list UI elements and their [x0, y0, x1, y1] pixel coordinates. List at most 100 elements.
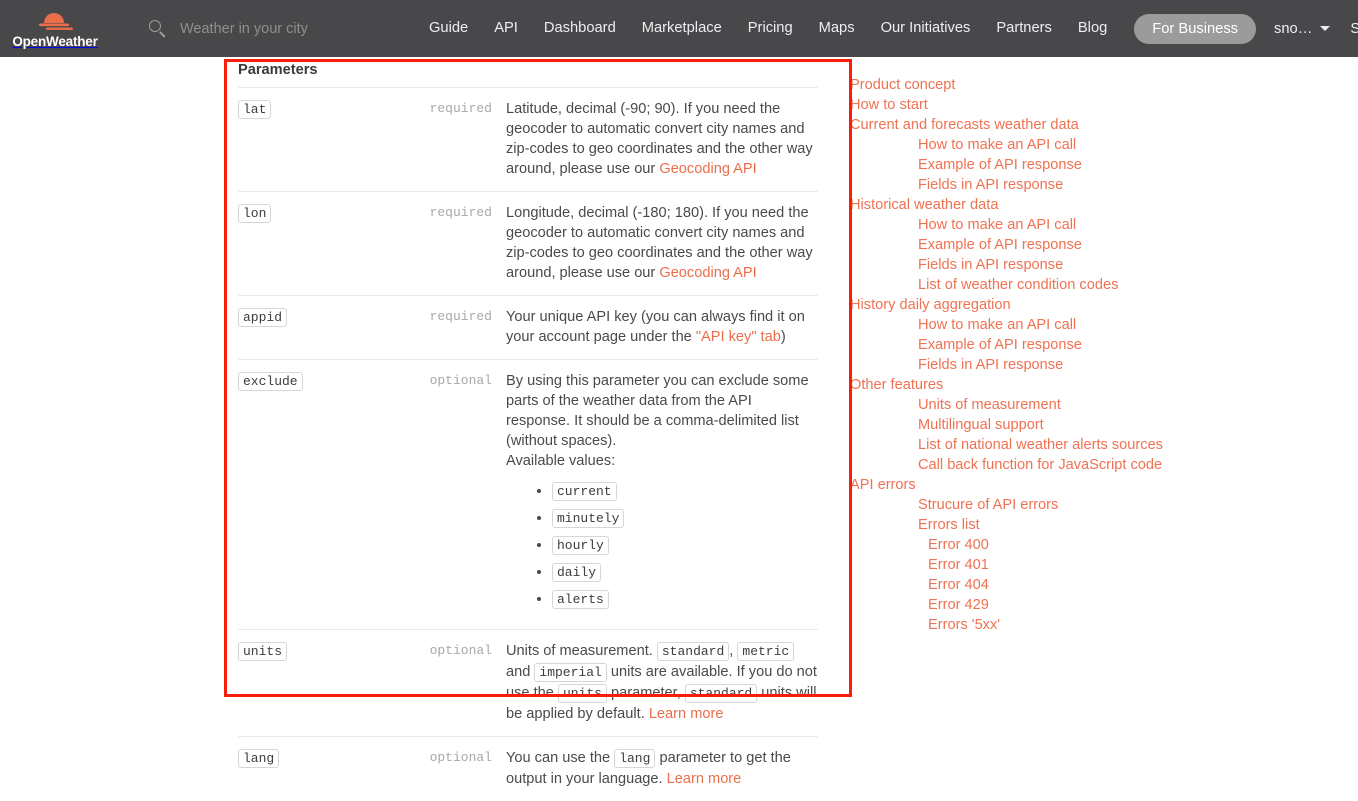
- support-menu-label: Support: [1350, 20, 1358, 37]
- toc-item-error-400[interactable]: Error 400: [850, 535, 1180, 555]
- parameters-section: Parameters lat required Latitude, decima…: [238, 62, 818, 801]
- value-code-imperial: imperial: [534, 663, 607, 682]
- toc-item-product-concept[interactable]: Product concept: [850, 75, 1180, 95]
- geocoding-api-link[interactable]: Geocoding API: [659, 161, 756, 177]
- logo-link[interactable]: OpenWeather: [0, 0, 110, 57]
- value-code-alerts: alerts: [552, 590, 609, 609]
- toc-item-error-401[interactable]: Error 401: [850, 555, 1180, 575]
- toc-item-how-to-start[interactable]: How to start: [850, 95, 1180, 115]
- value-code-standard-default: standard: [684, 684, 758, 703]
- learn-more-link[interactable]: Learn more: [649, 706, 724, 722]
- param-name-code: appid: [238, 308, 288, 327]
- toc-item-multilingual-support[interactable]: Multilingual support: [850, 415, 1180, 435]
- value-code-units: units: [557, 684, 607, 703]
- param-name-code: exclude: [238, 372, 303, 391]
- param-name-code: lang: [238, 749, 280, 768]
- list-item: daily: [552, 563, 818, 582]
- param-description-seg: parameter,: [606, 685, 685, 701]
- toc-item-structure-of-api-errors[interactable]: Strucure of API errors: [850, 495, 1180, 515]
- param-name-code: units: [238, 642, 288, 661]
- toc-item-weather-condition-codes[interactable]: List of weather condition codes: [850, 275, 1180, 295]
- toc-item-how-to-make-api-call-hist[interactable]: How to make an API call: [850, 215, 1180, 235]
- param-description: Longitude, decimal (-180; 180). If you n…: [506, 203, 818, 283]
- param-requirement: optional: [429, 643, 492, 658]
- account-menu-label: sno…: [1274, 20, 1313, 37]
- param-requirement: optional: [429, 750, 492, 765]
- nav-item-guide[interactable]: Guide: [416, 0, 481, 57]
- list-item: hourly: [552, 536, 818, 555]
- toc-item-how-to-make-api-call-agg[interactable]: How to make an API call: [850, 315, 1180, 335]
- table-row: appid required Your unique API key (you …: [238, 295, 818, 359]
- nav-item-marketplace[interactable]: Marketplace: [629, 0, 735, 57]
- toc-item-error-429[interactable]: Error 429: [850, 595, 1180, 615]
- param-name-code: lat: [238, 100, 272, 119]
- value-code-standard: standard: [656, 642, 730, 661]
- param-requirement: optional: [429, 373, 492, 388]
- param-name-cell: appid: [238, 307, 358, 327]
- logo-text: OpenWeather: [12, 34, 98, 49]
- toc-item-fields-api-response-hist[interactable]: Fields in API response: [850, 255, 1180, 275]
- toc-item-history-daily-aggregation[interactable]: History daily aggregation: [850, 295, 1180, 315]
- nav-item-blog[interactable]: Blog: [1065, 0, 1120, 57]
- toc-item-api-errors[interactable]: API errors: [850, 475, 1180, 495]
- api-key-tab-link[interactable]: "API key" tab: [696, 329, 781, 345]
- nav-item-dashboard[interactable]: Dashboard: [531, 0, 629, 57]
- account-menu[interactable]: sno…: [1274, 20, 1331, 37]
- toc-item-errors-5xx[interactable]: Errors '5xx': [850, 615, 1180, 635]
- toc-item-how-to-make-api-call-cf[interactable]: How to make an API call: [850, 135, 1180, 155]
- list-item: current: [552, 482, 818, 501]
- available-values-label: Available values:: [506, 453, 616, 469]
- param-description-tail: ): [780, 329, 786, 345]
- toc-item-units-of-measurement[interactable]: Units of measurement: [850, 395, 1180, 415]
- toc-item-example-api-response-cf[interactable]: Example of API response: [850, 155, 1180, 175]
- param-description: Your unique API key (you can always find…: [506, 307, 818, 347]
- nav-item-api[interactable]: API: [481, 0, 531, 57]
- toc-item-error-404[interactable]: Error 404: [850, 575, 1180, 595]
- value-code-metric: metric: [737, 642, 795, 661]
- for-business-button[interactable]: For Business: [1134, 13, 1257, 44]
- nav-item-pricing[interactable]: Pricing: [735, 0, 806, 57]
- toc-item-other-features[interactable]: Other features: [850, 375, 1180, 395]
- param-description: By using this parameter you can exclude …: [506, 371, 818, 617]
- param-name-cell: lang: [238, 748, 358, 768]
- search-input[interactable]: [178, 19, 408, 38]
- param-requirement: required: [429, 101, 492, 116]
- search-area[interactable]: [148, 19, 408, 39]
- nav-item-partners[interactable]: Partners: [983, 0, 1065, 57]
- value-code-lang: lang: [614, 749, 656, 768]
- toc-item-national-weather-alerts[interactable]: List of national weather alerts sources: [850, 435, 1180, 455]
- chevron-down-icon: [1320, 26, 1331, 31]
- param-name-cell: lon: [238, 203, 358, 223]
- param-description-seg: and: [506, 664, 535, 680]
- param-name-code: lon: [238, 204, 272, 223]
- table-row: lon required Longitude, decimal (-180; 1…: [238, 191, 818, 295]
- param-name-cell: lat: [238, 99, 358, 119]
- site-header: OpenWeather Guide API Dashboard Marketpl…: [0, 0, 1358, 57]
- param-description-seg: You can use the: [506, 750, 615, 766]
- nav-item-our-initiatives[interactable]: Our Initiatives: [868, 0, 984, 57]
- sun-cloud-icon: [33, 8, 77, 34]
- toc-item-current-and-forecasts[interactable]: Current and forecasts weather data: [850, 115, 1180, 135]
- geocoding-api-link[interactable]: Geocoding API: [659, 265, 756, 281]
- toc-item-errors-list[interactable]: Errors list: [850, 515, 1180, 535]
- toc-item-fields-api-response-cf[interactable]: Fields in API response: [850, 175, 1180, 195]
- exclude-values-list: current minutely hourly daily alerts: [506, 482, 818, 609]
- toc-item-example-api-response-agg[interactable]: Example of API response: [850, 335, 1180, 355]
- param-description: Units of measurement. standard, metric a…: [506, 641, 818, 724]
- nav-item-maps[interactable]: Maps: [806, 0, 868, 57]
- toc-item-fields-api-response-agg[interactable]: Fields in API response: [850, 355, 1180, 375]
- toc-item-historical-weather-data[interactable]: Historical weather data: [850, 195, 1180, 215]
- search-icon[interactable]: [148, 19, 168, 39]
- toc-item-example-api-response-hist[interactable]: Example of API response: [850, 235, 1180, 255]
- param-description: Latitude, decimal (-90; 90). If you need…: [506, 99, 818, 179]
- param-name-cell: units: [238, 641, 358, 661]
- learn-more-link[interactable]: Learn more: [667, 771, 742, 787]
- value-code-hourly: hourly: [552, 536, 609, 555]
- param-description: You can use the lang parameter to get th…: [506, 748, 818, 789]
- toc-item-call-back-function-js[interactable]: Call back function for JavaScript code: [850, 455, 1180, 475]
- table-row: lang optional You can use the lang param…: [238, 736, 818, 801]
- support-menu[interactable]: Support: [1350, 21, 1358, 37]
- table-row: exclude optional By using this parameter…: [238, 359, 818, 629]
- param-description-text: By using this parameter you can exclude …: [506, 373, 809, 449]
- param-name-cell: exclude: [238, 371, 358, 391]
